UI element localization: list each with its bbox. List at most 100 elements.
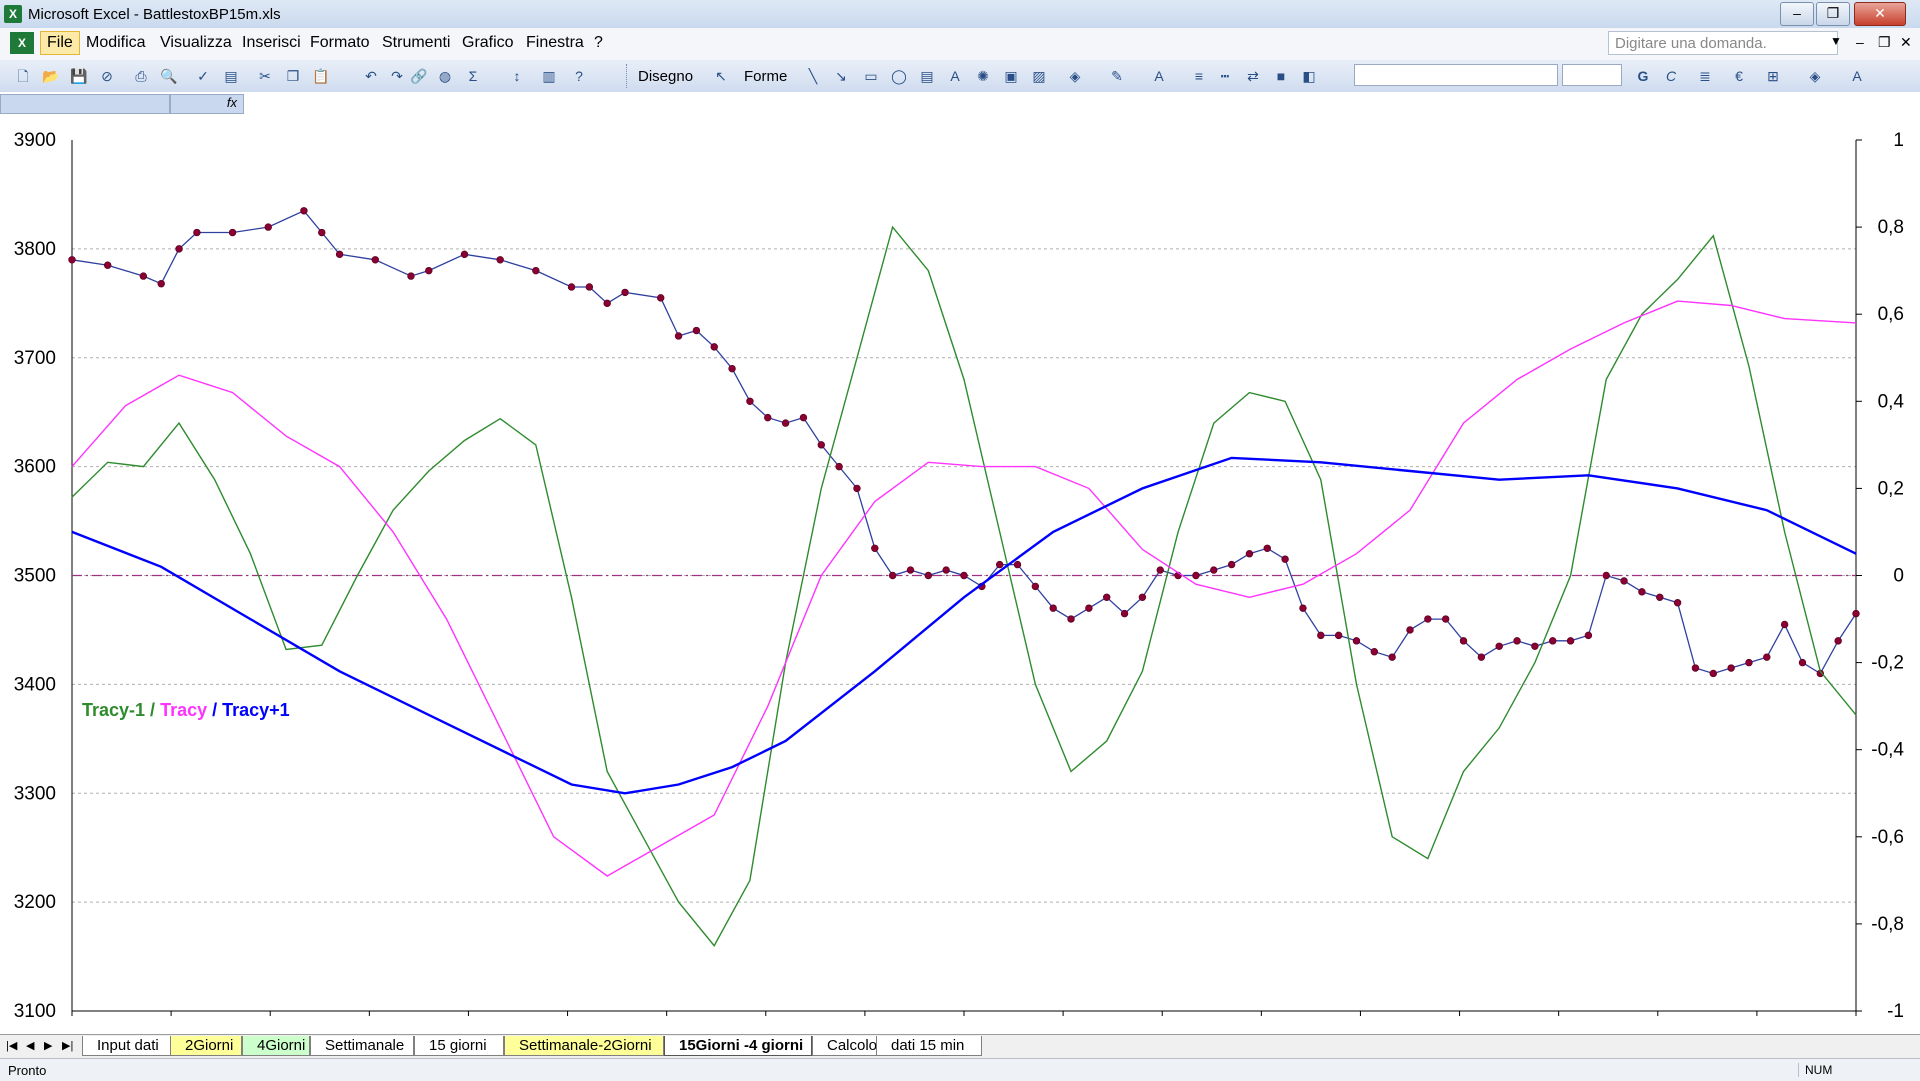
y-right-tick-label: -0,2 (1871, 653, 1904, 674)
price-marker (1709, 669, 1717, 678)
fx-icon[interactable]: fx (170, 94, 244, 114)
tab-last-icon[interactable]: ▶| (62, 1039, 73, 1052)
help-icon[interactable]: ? (570, 67, 588, 85)
menu-grafico[interactable]: Grafico (462, 34, 514, 52)
permission-icon[interactable]: ⊘ (98, 67, 116, 85)
open-icon[interactable]: 📂 (42, 67, 60, 85)
tab-next-icon[interactable]: ▶ (44, 1039, 52, 1052)
sheet-tab-4[interactable]: Settimanale (310, 1036, 414, 1056)
menu-modifica[interactable]: Modifica (86, 34, 146, 52)
web-icon[interactable]: ◍ (436, 67, 454, 85)
excel-app-icon[interactable]: X (4, 5, 22, 23)
sheet-tab-9[interactable]: dati 15 min (876, 1036, 982, 1056)
price-marker (1263, 544, 1271, 552)
research-icon[interactable]: ▤ (222, 67, 240, 85)
draw-menu[interactable]: Disegno (638, 68, 693, 85)
diagram-icon[interactable]: ✺ (974, 67, 992, 85)
new-icon[interactable]: 🗋 (14, 67, 32, 85)
sheet-tab-3[interactable]: 4Giorni (242, 1036, 310, 1056)
3d-icon[interactable]: ◧ (1300, 67, 1318, 85)
price-marker (1441, 615, 1450, 623)
workbook-close-button[interactable]: ✕ (1900, 34, 1912, 51)
sheet-tab-5[interactable]: 15 giorni (414, 1036, 504, 1056)
help-dropdown-icon[interactable]: ▼ (1830, 34, 1842, 48)
menu-strumenti[interactable]: Strumenti (382, 34, 450, 52)
workbook-minimize-button[interactable]: – (1856, 34, 1864, 50)
sheet-tab-6[interactable]: Settimanale-2Giorni (504, 1036, 664, 1056)
sort-icon[interactable]: ↕ (508, 67, 526, 85)
price-marker (1138, 593, 1147, 601)
menu-inserisci[interactable]: Inserisci (242, 34, 301, 52)
window-title: Microsoft Excel - BattlestoxBP15m.xls (28, 6, 281, 23)
chart-area[interactable]: 3100 3200 3300 3400 3500 3600 3700 3800 3900 -1 -0… (0, 116, 1920, 1036)
price-marker (674, 332, 683, 340)
spelling-icon[interactable]: ✓ (194, 67, 212, 85)
chart-wizard-icon[interactable]: ▥ (540, 67, 558, 85)
menu-file[interactable]: File (40, 31, 80, 55)
workbook-restore-button[interactable]: ❐ (1878, 34, 1891, 51)
autosum-icon[interactable]: Σ (464, 67, 482, 85)
sheet-tab-1[interactable]: Input dati (82, 1036, 172, 1056)
menu-finestra[interactable]: Finestra (526, 34, 584, 52)
align-icon[interactable]: ≣ (1696, 67, 1714, 85)
hyperlink-icon[interactable]: 🔗 (410, 67, 428, 85)
fill-color-icon[interactable]: ◈ (1066, 67, 1084, 85)
shadow-icon[interactable]: ■ (1272, 67, 1290, 85)
arrow-icon[interactable]: ↘ (832, 67, 850, 85)
clipart-icon[interactable]: ▣ (1002, 67, 1020, 85)
rectangle-icon[interactable]: ▭ (862, 67, 880, 85)
price-marker (1370, 648, 1379, 656)
price-marker (924, 571, 933, 580)
arrow-style-icon[interactable]: ⇄ (1244, 67, 1262, 85)
italic-icon[interactable]: C (1662, 67, 1680, 85)
dash-style-icon[interactable]: ┅ (1216, 67, 1234, 85)
menu-formato[interactable]: Formato (310, 34, 370, 52)
picture-icon[interactable]: ▨ (1030, 67, 1048, 85)
series-line-tracy-plus1 (71, 456, 1857, 795)
restore-button[interactable]: ❐ (1816, 2, 1850, 26)
price-marker (728, 364, 736, 373)
help-question-input[interactable]: Digitare una domanda. (1608, 31, 1838, 55)
sheet-tab-2[interactable]: 2Giorni (170, 1036, 242, 1056)
sheet-tab-8[interactable]: Calcolo (812, 1036, 878, 1056)
menu-visualizza[interactable]: Visualizza (160, 34, 232, 52)
euro-icon[interactable]: € (1730, 67, 1748, 85)
line-icon[interactable]: ╲ (804, 67, 822, 85)
oval-icon[interactable]: ◯ (890, 67, 908, 85)
shapes-menu[interactable]: Forme (744, 68, 787, 85)
workbook-icon[interactable]: X (10, 32, 34, 54)
undo-icon[interactable]: ↶ (362, 67, 380, 85)
font-color-icon-2[interactable]: A (1848, 67, 1866, 85)
line-color-icon[interactable]: ✎ (1108, 67, 1126, 85)
price-marker (1013, 560, 1022, 569)
cut-icon[interactable]: ✂ (256, 67, 274, 85)
print-icon[interactable]: ⎙ (132, 67, 150, 85)
menu-bar: X File Modifica Visualizza Inserisci For… (0, 28, 1920, 61)
textbox-icon[interactable]: ▤ (918, 67, 936, 85)
bold-icon[interactable]: G (1634, 67, 1652, 85)
copy-icon[interactable]: ❐ (284, 67, 302, 85)
redo-icon[interactable]: ↷ (388, 67, 406, 85)
paste-icon[interactable]: 📋 (312, 67, 330, 85)
save-icon[interactable]: 💾 (70, 67, 88, 85)
sheet-tab-7[interactable]: 15Giorni -4 giorni (664, 1036, 812, 1056)
fill-color-icon-2[interactable]: ◈ (1806, 67, 1824, 85)
select-pointer-icon[interactable]: ↖ (712, 67, 730, 85)
font-color-icon[interactable]: A (1150, 67, 1168, 85)
tab-prev-icon[interactable]: ◀ (26, 1039, 34, 1052)
font-size-combo[interactable] (1562, 64, 1622, 86)
close-button[interactable]: ✕ (1854, 2, 1906, 26)
print-preview-icon[interactable]: 🔍 (160, 67, 178, 85)
wordart-icon[interactable]: A (946, 67, 964, 85)
price-marker (300, 207, 308, 215)
font-name-combo[interactable] (1354, 64, 1558, 86)
tab-first-icon[interactable]: |◀ (6, 1039, 17, 1052)
minimize-button[interactable]: – (1780, 2, 1814, 26)
price-marker (228, 228, 237, 237)
price-marker (942, 566, 950, 574)
borders-icon[interactable]: ⊞ (1764, 67, 1782, 85)
price-marker (1763, 653, 1771, 661)
name-box[interactable] (0, 94, 170, 114)
menu-help[interactable]: ? (594, 34, 603, 52)
line-style-icon[interactable]: ≡ (1190, 67, 1208, 85)
